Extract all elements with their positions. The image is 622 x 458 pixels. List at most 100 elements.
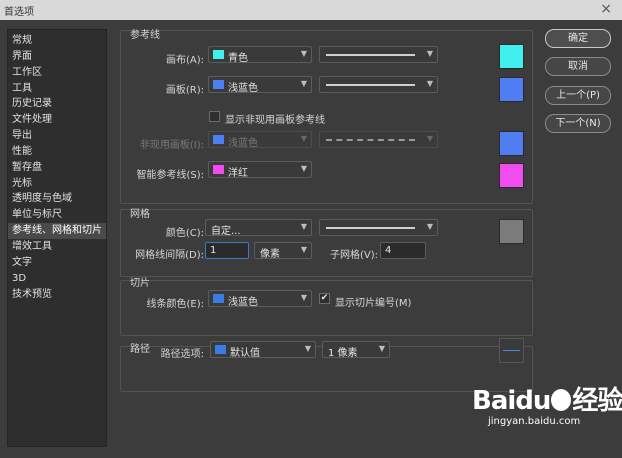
smart-guides-color-chip (213, 165, 224, 174)
smart-guides-color-value: 洋红 (228, 168, 248, 179)
chevron-down-icon: ▼ (300, 245, 307, 254)
chevron-down-icon: ▼ (300, 79, 307, 88)
chevron-down-icon: ▼ (426, 79, 433, 88)
gridline-unit-value: 像素 (260, 249, 280, 260)
prev-button[interactable]: 上一个(P) (545, 86, 611, 105)
slice-line-color-select[interactable]: 浅蓝色 ▼ (208, 290, 312, 308)
show-slice-numbers-checkbox[interactable]: ✔ (319, 293, 330, 304)
inactive-color-select: 浅蓝色 ▼ (208, 131, 312, 149)
chevron-down-icon: ▼ (300, 164, 307, 173)
chevron-down-icon: ▼ (304, 344, 311, 353)
next-button[interactable]: 下一个(N) (545, 114, 611, 133)
baidu-jingyan-watermark: Baidu 经验 jingyan.baidu.com (472, 380, 622, 436)
sidebar-item[interactable]: 透明度与色域 (8, 191, 106, 207)
inactive-color-value: 浅蓝色 (228, 138, 258, 149)
inactive-color-chip (213, 135, 224, 144)
gridline-every-label: 网格线间隔(D): (135, 250, 204, 261)
artboard-style-select[interactable]: ▼ (319, 76, 438, 93)
solid-line-icon (326, 84, 415, 86)
smart-guides-color-swatch[interactable] (499, 163, 524, 188)
watermark-url: jingyan.baidu.com (488, 416, 581, 427)
window-title: 首选项 (4, 7, 34, 18)
canvas-color-chip (213, 50, 224, 59)
title-bar: 首选项 × (0, 0, 622, 20)
canvas-color-select[interactable]: 青色 ▼ (208, 46, 312, 64)
smart-guides-label: 智能参考线(S): (136, 170, 204, 181)
guides-title: 参考线 (130, 30, 160, 41)
grid-color-select[interactable]: 自定... ▼ (205, 219, 312, 237)
chevron-down-icon: ▼ (426, 49, 433, 58)
slice-line-color-value: 浅蓝色 (228, 297, 258, 308)
path-preview-swatch (499, 338, 524, 363)
sidebar-item[interactable]: 增效工具 (8, 239, 106, 255)
preferences-sidebar: 常规 界面 工作区 工具 历史记录 文件处理 导出 性能 暂存盘 光标 透明度与色域 单位与标尺 参考线… (7, 29, 107, 447)
ok-button[interactable]: 确定 (545, 29, 611, 48)
path-options-label: 路径选项: (160, 349, 204, 360)
subdivisions-input[interactable]: 4 (380, 242, 426, 259)
inactive-color-swatch (499, 131, 524, 156)
path-width-select[interactable]: 1 像素 ▼ (322, 341, 390, 359)
chevron-down-icon: ▼ (426, 134, 433, 143)
sidebar-item[interactable]: 技术预览 (8, 287, 106, 303)
path-options-value: 默认值 (230, 348, 260, 359)
sidebar-item[interactable]: 3D (8, 271, 106, 287)
path-color-chip (215, 345, 226, 354)
gridline-unit-select[interactable]: 像素 ▼ (254, 242, 312, 260)
grid-style-select[interactable]: ▼ (319, 219, 438, 236)
solid-line-icon (326, 54, 415, 56)
sidebar-item[interactable]: 界面 (8, 49, 106, 65)
canvas-color-value: 青色 (228, 53, 248, 64)
slices-title: 切片 (130, 278, 150, 289)
line-color-label: 线条颜色(E): (146, 299, 205, 310)
sidebar-item[interactable]: 导出 (8, 128, 106, 144)
show-inactive-checkbox[interactable] (209, 111, 220, 122)
show-slice-numbers-label: 显示切片编号(M) (335, 298, 412, 309)
artboard-color-select[interactable]: 浅蓝色 ▼ (208, 76, 312, 94)
artboard-label: 画板(R): (165, 85, 204, 96)
chevron-down-icon: ▼ (300, 222, 307, 231)
sidebar-item[interactable]: 文件处理 (8, 112, 106, 128)
grid-title: 网格 (130, 209, 150, 220)
path-preview-line (503, 350, 520, 351)
chevron-down-icon: ▼ (300, 49, 307, 58)
chevron-down-icon: ▼ (300, 134, 307, 143)
gridline-every-input[interactable]: 1 (205, 242, 249, 259)
close-icon[interactable]: × (600, 1, 612, 17)
sidebar-item[interactable]: 历史记录 (8, 96, 106, 112)
dashed-line-icon (326, 139, 415, 141)
inactive-style-select: ▼ (319, 131, 438, 148)
artboard-color-chip (213, 80, 224, 89)
sidebar-item[interactable]: 单位与标尺 (8, 207, 106, 223)
inactive-artboard-label: 非现用画板(I): (139, 140, 204, 151)
sidebar-item[interactable]: 工具 (8, 81, 106, 97)
subdivisions-label: 子网格(V): (329, 250, 378, 261)
baidu-logo: Baidu 经验 (472, 380, 622, 417)
sidebar-item[interactable]: 常规 (8, 33, 106, 49)
chevron-down-icon: ▼ (378, 344, 385, 353)
sidebar-item[interactable]: 工作区 (8, 65, 106, 81)
artboard-color-value: 浅蓝色 (228, 83, 258, 94)
chevron-down-icon: ▼ (300, 293, 307, 302)
canvas-style-select[interactable]: ▼ (319, 46, 438, 63)
sidebar-item[interactable]: 暂存盘 (8, 160, 106, 176)
grid-color-label: 颜色(C): (165, 228, 204, 239)
sidebar-item[interactable]: 光标 (8, 176, 106, 192)
sidebar-item[interactable]: 性能 (8, 144, 106, 160)
canvas-color-swatch[interactable] (499, 44, 524, 69)
show-inactive-label: 显示非现用画板参考线 (225, 115, 325, 126)
slice-line-color-chip (213, 294, 224, 303)
chevron-down-icon: ▼ (426, 222, 433, 231)
solid-line-icon (326, 227, 415, 229)
baidu-logo-text: Baidu (472, 386, 551, 416)
jingyan-logo-text: 经验 (572, 386, 622, 416)
path-options-select[interactable]: 默认值 ▼ (210, 341, 316, 359)
smart-guides-color-select[interactable]: 洋红 ▼ (208, 161, 312, 179)
sidebar-item[interactable]: 参考线、网格和切片 (8, 223, 106, 239)
grid-color-swatch[interactable] (499, 219, 524, 244)
canvas-label: 画布(A): (165, 55, 204, 66)
cancel-button[interactable]: 取消 (545, 57, 611, 76)
paw-icon (551, 389, 572, 411)
sidebar-item[interactable]: 文字 (8, 255, 106, 271)
artboard-color-swatch[interactable] (499, 77, 524, 102)
grid-color-value: 自定... (211, 226, 241, 237)
